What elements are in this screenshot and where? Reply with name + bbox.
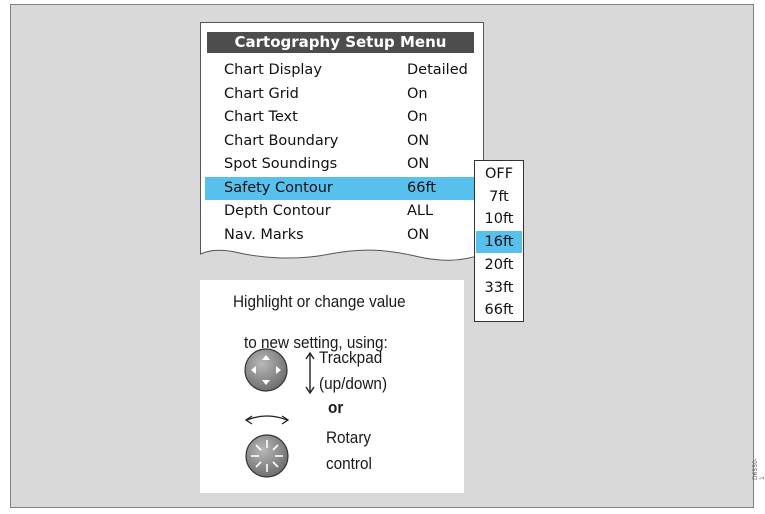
trackpad-direction-label: (up/down) bbox=[319, 374, 388, 393]
dropdown-option[interactable]: 16ft bbox=[476, 231, 522, 254]
menu-row-label: Safety Contour bbox=[224, 179, 333, 196]
menu-row-value: ON bbox=[407, 226, 430, 243]
menu-row-label: Chart Display bbox=[224, 62, 322, 78]
rotary-label: Rotary bbox=[326, 428, 372, 447]
rotary-control-icon bbox=[244, 415, 290, 478]
trackpad-label: Trackpad bbox=[319, 348, 383, 367]
or-label: or bbox=[328, 398, 344, 417]
instruction-line-1: Highlight or change value bbox=[233, 292, 406, 311]
menu-row[interactable]: Nav. Marks ON bbox=[205, 224, 477, 247]
menu-row-label: Chart Text bbox=[224, 109, 298, 125]
dropdown-option[interactable]: 66ft bbox=[476, 299, 522, 321]
menu-row-label: Chart Grid bbox=[224, 85, 299, 102]
dropdown-option[interactable]: 33ft bbox=[476, 277, 522, 299]
menu-row-value: ALL bbox=[407, 203, 434, 219]
menu-row[interactable]: Chart Boundary ON bbox=[205, 130, 477, 153]
menu-row[interactable]: Depth Contour ALL bbox=[205, 200, 477, 223]
menu-row-value: ON bbox=[407, 132, 430, 149]
menu-row-value: ON bbox=[407, 156, 430, 172]
menu-row-label: Spot Soundings bbox=[224, 156, 338, 172]
safety-contour-dropdown[interactable]: OFF 7ft 10ft 16ft 20ft 33ft 66ft bbox=[474, 160, 524, 322]
document-code: D6550-1 bbox=[752, 457, 765, 480]
rotary-control-label: control bbox=[326, 454, 372, 473]
menu-row-label: Depth Contour bbox=[224, 203, 331, 219]
cartography-setup-menu: Cartography Setup Menu Chart Display Deta… bbox=[200, 22, 484, 274]
trackpad-icon bbox=[244, 348, 288, 392]
menu-row-value: On bbox=[407, 85, 428, 102]
menu-row[interactable]: Safety Contour 66ft bbox=[205, 176, 477, 200]
up-down-arrow-icon bbox=[305, 351, 315, 395]
menu-row[interactable]: Chart Display Detailed bbox=[205, 59, 477, 82]
menu-row[interactable]: Chart Grid On bbox=[205, 83, 477, 106]
dropdown-option[interactable]: OFF bbox=[476, 163, 522, 185]
menu-row-label: Chart Boundary bbox=[224, 132, 339, 149]
menu-row-value: On bbox=[407, 109, 428, 125]
menu-row[interactable]: Spot Soundings ON bbox=[205, 153, 477, 176]
menu-row-label: Nav. Marks bbox=[224, 226, 304, 243]
menu-title: Cartography Setup Menu bbox=[207, 32, 474, 53]
dropdown-option[interactable]: 10ft bbox=[476, 208, 522, 230]
dropdown-option[interactable]: 7ft bbox=[476, 186, 522, 208]
menu-row-value: 66ft bbox=[407, 179, 436, 196]
menu-row-value: Detailed bbox=[407, 62, 468, 78]
menu-row[interactable]: Chart Text On bbox=[205, 106, 477, 129]
instruction-panel: Highlight or change value to new setting… bbox=[200, 280, 464, 493]
dropdown-option[interactable]: 20ft bbox=[476, 254, 522, 276]
